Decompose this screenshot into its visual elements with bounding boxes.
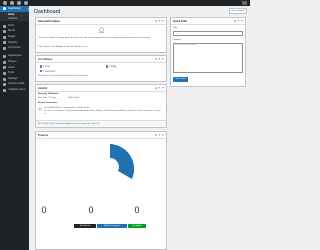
comment-excerpt: Hi, this is a comment. To get started wi… bbox=[44, 110, 161, 115]
widget-title: At a Glance bbox=[38, 57, 53, 61]
sidebar-item-dashboard[interactable]: Dashboard bbox=[0, 6, 29, 12]
widget-handles[interactable] bbox=[233, 19, 243, 22]
page-title: Dashboard bbox=[34, 9, 61, 15]
draft-content-placeholder: What's on your mind? bbox=[175, 44, 197, 47]
submenu-updates[interactable]: Updates bbox=[0, 16, 29, 20]
widget-title: Projects bbox=[38, 133, 49, 137]
user-icon bbox=[3, 66, 6, 70]
glance-pages[interactable]: 1 Page bbox=[106, 65, 117, 68]
glance-posts[interactable]: 1 Post bbox=[40, 65, 50, 68]
site-health-widget: Site Health Status Good Your site's heal… bbox=[35, 17, 167, 53]
wrench-icon bbox=[3, 72, 6, 76]
widget-title: Activity bbox=[38, 86, 48, 90]
health-description: Your site's health is looking good, but … bbox=[38, 37, 151, 39]
status-in-progress-button[interactable]: Work In Progress bbox=[97, 224, 127, 229]
complete-count: 0 bbox=[134, 205, 140, 215]
gear-icon bbox=[3, 77, 6, 81]
filter-all[interactable]: All (1) bbox=[38, 123, 43, 125]
page-icon bbox=[3, 35, 6, 39]
comment-author-link[interactable]: From A WordPress Commenter on Hello worl… bbox=[44, 107, 89, 109]
at-a-glance-widget: At a Glance 1 Post 1 Page 1 Comment Word… bbox=[35, 55, 167, 82]
widget-title: Site Health Status bbox=[38, 19, 61, 23]
plus-icon[interactable] bbox=[24, 1, 28, 5]
projects-chart bbox=[110, 144, 135, 179]
filter-approved[interactable]: Approved (1) bbox=[67, 123, 79, 125]
quick-draft-widget: Quick Draft Title Content What's on your… bbox=[170, 17, 246, 87]
activity-widget: Activity Recently Published Sep 15th, 7:… bbox=[35, 84, 167, 128]
move-down-icon bbox=[158, 19, 161, 22]
admin-bar bbox=[0, 0, 250, 6]
glance-comments[interactable]: 1 Comment bbox=[40, 70, 55, 73]
widget-handles[interactable] bbox=[154, 19, 164, 22]
filter-mine[interactable]: Mine (0) bbox=[45, 123, 53, 125]
home-icon[interactable] bbox=[10, 1, 14, 5]
comment-filter-links: All (1) | Mine (0) | Pending (0) | Appro… bbox=[36, 120, 166, 127]
dashboard-submenu: Home Updates bbox=[0, 11, 29, 21]
save-draft-button[interactable]: Save Draft bbox=[173, 77, 188, 82]
draft-content-label: Content bbox=[173, 39, 181, 41]
brush-icon bbox=[3, 55, 6, 59]
draft-content-textarea[interactable]: What's on your mind? bbox=[173, 42, 243, 73]
pin-icon bbox=[3, 24, 6, 28]
plug-icon bbox=[3, 60, 6, 64]
recently-published-heading: Recently Published bbox=[38, 93, 59, 95]
theme-link[interactable]: Twenty Twenty-Three bbox=[61, 75, 82, 77]
pin-icon bbox=[40, 65, 42, 68]
commenter-avatar bbox=[38, 107, 42, 111]
draft-title-input[interactable] bbox=[173, 30, 243, 36]
glance-footer: WordPress 6.2 running Twenty Twenty-Thre… bbox=[38, 75, 90, 77]
page-icon bbox=[106, 65, 108, 68]
comment-icon bbox=[40, 69, 42, 73]
filter-trash[interactable]: Trash (0) bbox=[91, 123, 99, 125]
comment-icon bbox=[3, 47, 6, 51]
sidebar-item-comments[interactable]: Comments bbox=[0, 46, 29, 52]
status-not-started-button[interactable]: Not Started bbox=[74, 224, 96, 229]
widget-handles[interactable] bbox=[154, 57, 164, 60]
sidebar-collapse[interactable]: Collapse menu bbox=[0, 88, 29, 94]
folder-icon bbox=[3, 41, 6, 45]
toggle-icon bbox=[161, 19, 164, 22]
media-icon bbox=[3, 30, 6, 34]
collapse-icon bbox=[3, 88, 6, 92]
not-started-count: 0 bbox=[41, 205, 47, 215]
widget-handles[interactable] bbox=[154, 86, 164, 89]
filter-pending[interactable]: Pending (0) bbox=[54, 123, 65, 125]
draft-title-label: Title bbox=[173, 27, 178, 29]
filter-spam[interactable]: Spam (0) bbox=[81, 123, 90, 125]
widget-title: Quick Draft bbox=[173, 19, 187, 23]
health-link-text: Take a look at the 6 items on the Site H… bbox=[38, 46, 89, 48]
wordpress-logo-icon[interactable] bbox=[3, 1, 7, 5]
status-complete-button[interactable]: Complete bbox=[128, 224, 146, 229]
health-status: Good bbox=[98, 32, 104, 34]
widget-handles[interactable] bbox=[154, 133, 164, 136]
fields-icon bbox=[3, 83, 6, 87]
avatar[interactable] bbox=[242, 1, 247, 5]
comment-icon[interactable] bbox=[17, 1, 21, 5]
published-post-link[interactable]: Hello world! bbox=[68, 97, 79, 99]
in-progress-count: 0 bbox=[88, 205, 94, 215]
projects-widget: Projects Not Started Work In Progress Co… bbox=[35, 131, 167, 250]
site-health-link[interactable]: Site Health screen bbox=[71, 46, 89, 48]
dashboard-icon bbox=[3, 7, 6, 11]
published-date: Sep 15th, 7:15 pm bbox=[38, 97, 56, 99]
screen-options-button[interactable]: Screen Options bbox=[229, 8, 247, 14]
progress-arc bbox=[110, 144, 135, 179]
move-up-icon bbox=[154, 19, 158, 22]
recent-comments-heading: Recent Comments bbox=[38, 102, 58, 104]
admin-sidebar: Dashboard Home Updates Posts Media Pages… bbox=[0, 6, 29, 250]
